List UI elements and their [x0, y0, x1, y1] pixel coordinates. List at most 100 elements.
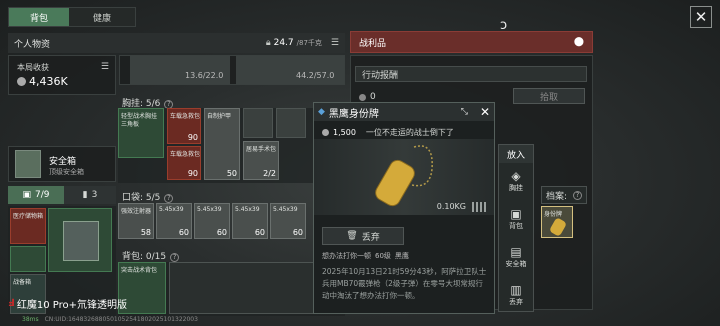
- chest-empty-2[interactable]: [276, 108, 306, 138]
- put-in-safebox-label: 安全箱: [505, 260, 527, 268]
- chest-item-5[interactable]: 车载急救包 90: [167, 146, 201, 180]
- item-count: 58: [140, 228, 151, 237]
- helmet-durability: 13.6/22.0: [185, 71, 224, 80]
- item-sub: 三角板: [121, 121, 140, 128]
- item-name: 强效注射器: [121, 208, 152, 215]
- item-detail-popup: ◆ 黑鹰身份牌 ⤡ ✕ 1,500 一位不走运的战士倒下了 0.10KG 🗑︎ 丢…: [313, 102, 495, 314]
- item-name: 5.45x39: [159, 206, 184, 213]
- lock-icon: 🔒︎: [265, 38, 271, 48]
- item-name: 居易手术包: [246, 146, 277, 153]
- put-in-safebox[interactable]: ▤ 安全箱: [499, 245, 533, 269]
- put-in-backpack[interactable]: ▣ 背包: [499, 207, 533, 231]
- backpack-icon: ▣: [510, 207, 522, 221]
- put-in-menu: 放入 ◈ 胸挂 ▣ 背包 ▤ 安全箱 ▥ 丢弃: [498, 144, 534, 312]
- medical-case[interactable]: 医疗储物箱: [10, 208, 46, 244]
- backpack-grid: 突击战术背包: [118, 262, 345, 316]
- detail-header: ◆ 黑鹰身份牌 ⤡ ✕: [314, 103, 494, 121]
- close-icon: ✕: [694, 8, 708, 26]
- detail-owner: 想办法打你一顿 60级 黑鹰: [322, 251, 409, 261]
- weight-readout: 🔒︎ 24.7 /87千克 ☰: [266, 38, 339, 48]
- archive-item-name: 身份牌: [544, 211, 563, 218]
- coin-icon: [17, 77, 26, 86]
- tab-health[interactable]: 健康: [69, 8, 135, 26]
- coin-icon: [322, 129, 329, 136]
- item-count: 90: [187, 133, 198, 142]
- action-reward-row[interactable]: 行动报酬: [355, 66, 587, 82]
- help-icon[interactable]: ?: [573, 190, 583, 200]
- dogtag-icon: [375, 145, 433, 207]
- grid-size-icon: [472, 202, 488, 212]
- pocket-item-5[interactable]: 5.45x39 60: [270, 203, 306, 239]
- put-in-chest-label: 胸挂: [509, 184, 523, 192]
- pocket-item-4[interactable]: 5.45x39 60: [232, 203, 268, 239]
- item-count: 2/2: [263, 169, 276, 178]
- archive-label: 档案:?: [541, 186, 587, 204]
- vest-icon: ◈: [511, 169, 521, 183]
- owner-level: 60级: [375, 252, 391, 260]
- item-counter[interactable]: ▣ 7/9: [8, 186, 64, 204]
- item-counter-value: 7/9: [35, 190, 50, 200]
- item-count: 90: [187, 169, 198, 178]
- item-count: 60: [216, 228, 227, 237]
- item-name: 5.45x39: [273, 206, 298, 213]
- loot-money-value: 0: [370, 92, 376, 102]
- detail-description: 2025年10月13日21时59分43秒，阿萨拉卫队士兵用MB70霰弹枪（2级子…: [322, 267, 487, 300]
- pocket-count: 口袋: 5/5: [122, 193, 161, 203]
- pocket-item-3[interactable]: 5.45x39 60: [194, 203, 230, 239]
- collapse-icon[interactable]: ⤡: [461, 107, 468, 117]
- dogtag-icon: [548, 217, 568, 237]
- top-tab-bar: 背包 健康: [8, 7, 136, 27]
- owner-faction: 黑鹰: [394, 252, 409, 260]
- local-income-label: 本局收获: [17, 63, 49, 72]
- item-count: 60: [178, 228, 189, 237]
- menu-icon[interactable]: ☰: [331, 38, 339, 48]
- item-name: 自制护甲: [207, 113, 232, 120]
- list-icon[interactable]: ☰: [101, 62, 109, 72]
- item-name: 5.45x39: [235, 206, 260, 213]
- archive-item[interactable]: 身份牌: [541, 206, 573, 238]
- chest-item-2[interactable]: 车载急救包 90: [167, 108, 201, 144]
- item-image: 0.10KG: [314, 139, 494, 215]
- safebox-panel[interactable]: 安全箱 顶级安全箱: [8, 146, 116, 182]
- pin-icon[interactable]: ⬤: [574, 37, 584, 47]
- discard-label: 丢弃: [361, 232, 380, 243]
- item-name: 突击战术背包: [121, 267, 158, 274]
- put-in-chest[interactable]: ◈ 胸挂: [499, 169, 533, 193]
- chest-item-4[interactable]: 居易手术包 2/2: [243, 141, 279, 180]
- trash-icon: ▥: [510, 283, 522, 297]
- big-crate[interactable]: [48, 208, 112, 272]
- discard-button[interactable]: 🗑︎ 丢弃: [322, 227, 404, 245]
- chest-item-3[interactable]: 自制护甲 50: [204, 108, 240, 180]
- put-in-discard-label: 丢弃: [509, 298, 523, 306]
- crate-icon: [63, 221, 99, 261]
- archive-title: 档案:: [545, 191, 568, 202]
- put-in-backpack-label: 背包: [509, 222, 523, 230]
- close-button[interactable]: ✕: [690, 6, 712, 28]
- pocket-item-1[interactable]: 强效注射器 58: [118, 203, 154, 239]
- local-income: 4,436K: [17, 75, 68, 88]
- pocket-item-2[interactable]: 5.45x39 60: [156, 203, 192, 239]
- chest-empty-1[interactable]: [243, 108, 273, 138]
- safebox-subtitle: 顶级安全箱: [49, 168, 84, 176]
- close-icon[interactable]: ✕: [480, 105, 490, 119]
- help-icon[interactable]: ?: [170, 253, 180, 262]
- item-count: 60: [292, 228, 303, 237]
- help-icon[interactable]: ?: [164, 194, 174, 203]
- counter-bar: ▣ 7/9 ▮ 3: [8, 186, 116, 204]
- local-income-value: 4,436K: [29, 75, 68, 88]
- chest-grid: 轻型战术胸挂 三角板 车载急救包 90 自制护甲 50 居易手术包 2/2 车载急救包 9…: [118, 108, 345, 183]
- coin-icon: [359, 93, 366, 101]
- small-case[interactable]: [10, 246, 46, 272]
- put-in-discard[interactable]: ▥ 丢弃: [499, 283, 533, 307]
- ammo-counter[interactable]: ▮ 3: [64, 186, 116, 204]
- chest-item-1[interactable]: 轻型战术胸挂 三角板: [118, 108, 164, 158]
- status-footer: 38ms CN:UID:1648326880501052541802025101…: [22, 316, 198, 323]
- item-name: 车载急救包: [170, 113, 201, 120]
- case-icon: ▣: [22, 190, 32, 200]
- tab-backpack[interactable]: 背包: [9, 8, 69, 26]
- loot-title: 战利品: [359, 38, 387, 49]
- item-name: 车载急救包: [170, 151, 201, 158]
- safebox-icon: ▤: [510, 245, 522, 259]
- personal-header: 个人物资 🔒︎ 24.7 /87千克 ☰: [8, 33, 345, 53]
- pickup-button[interactable]: 拾取: [513, 88, 585, 104]
